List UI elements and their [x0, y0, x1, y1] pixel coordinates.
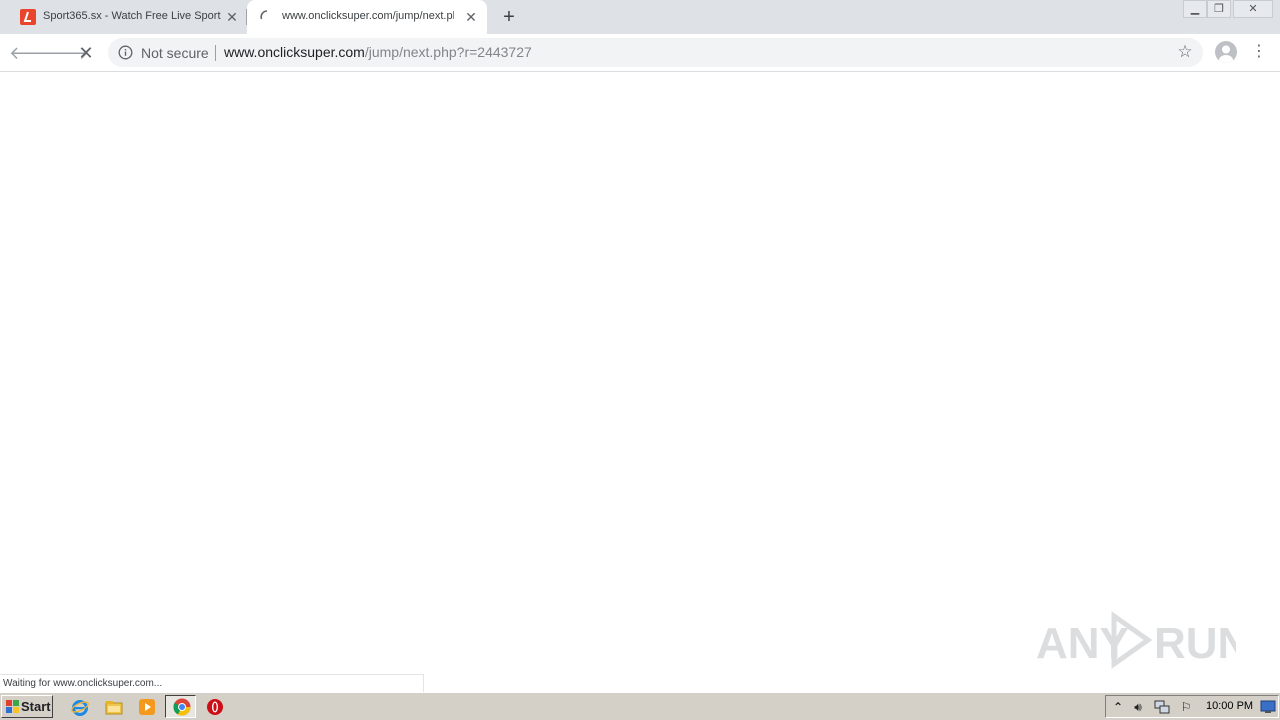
close-tab-icon[interactable]: ✕: [463, 9, 479, 25]
windows-logo-icon: [5, 699, 20, 714]
loading-spinner-icon: [259, 9, 275, 25]
start-label: Start: [21, 699, 51, 714]
status-bubble: Waiting for www.onclicksuper.com...: [0, 674, 424, 692]
back-button[interactable]: 🡐: [9, 40, 57, 66]
action-center-flag-icon[interactable]: ⚐: [1178, 699, 1194, 715]
window-close-button[interactable]: ✕: [1233, 0, 1273, 18]
url-path: /jump/next.php?r=2443727: [364, 44, 532, 60]
tab-title: www.onclicksuper.com/jump/next.php: [282, 10, 454, 22]
file-explorer-icon[interactable]: [104, 697, 124, 717]
bookmark-star-icon[interactable]: ☆: [1176, 43, 1194, 61]
show-desktop-icon[interactable]: [1260, 699, 1276, 714]
tab-sport365[interactable]: Sport365.sx - Watch Free Live Sport ✕: [0, 0, 247, 34]
system-tray: ⌃ 🔊︎ ⚐ 10:00 PM: [1105, 695, 1279, 718]
close-tab-icon[interactable]: ✕: [224, 9, 240, 25]
omnibox-divider: [215, 45, 216, 61]
browser-toolbar: 🡐 🡒 ✕ Not secure www.onclicksuper.com/ju…: [0, 34, 1280, 72]
url-text[interactable]: www.onclicksuper.com/jump/next.php?r=244…: [224, 44, 532, 60]
kebab-menu-icon[interactable]: ⋮: [1250, 42, 1268, 62]
info-icon[interactable]: [118, 45, 133, 60]
start-button[interactable]: Start: [1, 695, 53, 718]
show-hidden-icons-icon[interactable]: ⌃: [1110, 699, 1126, 715]
volume-icon[interactable]: 🔊︎: [1130, 699, 1146, 715]
stop-loading-button[interactable]: ✕: [73, 40, 99, 66]
network-icon[interactable]: [1154, 699, 1170, 715]
url-host: www.onclicksuper.com: [224, 44, 365, 60]
security-label[interactable]: Not secure: [141, 45, 209, 61]
address-bar[interactable]: Not secure www.onclicksuper.com/jump/nex…: [108, 38, 1203, 67]
minimize-button[interactable]: ▁: [1183, 0, 1207, 18]
anyrun-watermark: ANY RUN: [1036, 610, 1236, 670]
chrome-taskbar-button[interactable]: [165, 695, 196, 718]
page-content: ANY RUN Waiting for www.onclicksuper.com…: [0, 72, 1280, 692]
tab-title: Sport365.sx - Watch Free Live Sport: [43, 10, 221, 22]
watermark-text-run: RUN: [1154, 619, 1236, 668]
sport365-favicon: [20, 9, 36, 25]
new-tab-button[interactable]: +: [498, 6, 520, 28]
clock[interactable]: 10:00 PM: [1206, 700, 1253, 712]
taskbar: Start ⌃ 🔊︎ ⚐ 10:00 PM: [0, 692, 1280, 720]
media-player-icon[interactable]: [137, 697, 157, 717]
chrome-icon: [172, 697, 192, 717]
profile-avatar-icon[interactable]: [1215, 41, 1237, 63]
internet-explorer-icon[interactable]: [70, 697, 90, 717]
opera-icon[interactable]: [205, 697, 225, 717]
tab-onclicksuper[interactable]: www.onclicksuper.com/jump/next.php ✕: [247, 0, 487, 34]
restore-button[interactable]: ❐: [1207, 0, 1231, 18]
tab-strip: Sport365.sx - Watch Free Live Sport ✕ ww…: [0, 0, 1280, 34]
forward-button[interactable]: 🡒: [41, 40, 89, 66]
